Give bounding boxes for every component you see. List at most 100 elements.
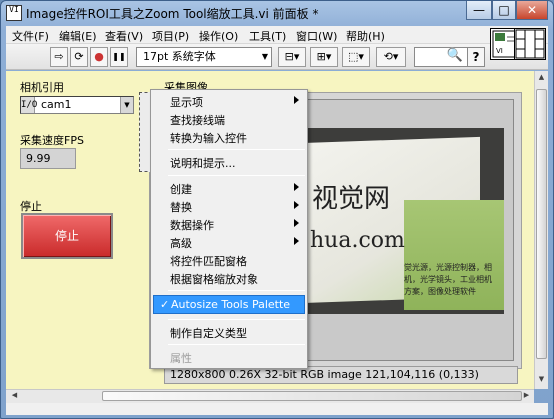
menu-separator — [168, 319, 305, 320]
resize-objects-button[interactable]: ⬚▾ — [342, 47, 370, 67]
close-button[interactable]: ✕ — [516, 1, 548, 20]
minimize-button[interactable]: — — [466, 1, 492, 20]
pause-icon: ❚❚ — [112, 52, 126, 61]
window-title: Image控件ROI工具之Zoom Tool缩放工具.vi 前面板 * — [26, 7, 319, 21]
minimize-icon: — — [473, 3, 485, 17]
horizontal-scrollbar[interactable]: ◀ ▶ — [6, 389, 534, 403]
align-icon: ⊟▾ — [284, 50, 300, 63]
menu-item-label: 数据操作 — [170, 219, 214, 232]
menu-window[interactable]: 窗口(W) — [296, 28, 337, 44]
chevron-down-icon: ▼ — [261, 52, 268, 61]
menu-item-change-to-control[interactable]: 转换为输入控件 — [151, 128, 307, 146]
run-arrow-icon: ⇨ — [54, 50, 64, 63]
photo-text-line-2: 机，光学镜头，工业相机 — [404, 275, 492, 284]
align-objects-button[interactable]: ⊟▾ — [278, 47, 306, 67]
menu-item-properties: 属性 — [151, 348, 307, 366]
resize-icon: ⬚▾ — [348, 50, 364, 63]
context-help-button[interactable]: ? — [467, 47, 485, 67]
camera-select[interactable]: I/O cam1 ▼ — [20, 96, 134, 114]
status-bar — [6, 403, 548, 415]
close-icon: ✕ — [526, 3, 538, 17]
horizontal-scroll-thumb[interactable] — [102, 391, 522, 401]
font-select-value: 17pt 系统字体 — [143, 50, 216, 63]
scroll-left-icon[interactable]: ◀ — [8, 391, 21, 399]
menu-item-label: 创建 — [170, 183, 192, 196]
submenu-arrow-icon — [294, 96, 299, 104]
menu-item-make-type-def[interactable]: 制作自定义类型 — [151, 323, 307, 341]
menu-edit[interactable]: 编辑(E) — [59, 28, 97, 44]
menu-operate[interactable]: 操作(O) — [199, 28, 238, 44]
menu-bar: 文件(F) 编辑(E) 查看(V) 项目(P) 操作(O) 工具(T) 窗口(W… — [6, 26, 548, 44]
menu-item-label: 转换为输入控件 — [170, 132, 247, 145]
context-menu: 显示项 查找接线端 转换为输入控件 说明和提示... 创建 替换 数据操作 高级… — [150, 89, 308, 369]
title-bar[interactable]: VI Image控件ROI工具之Zoom Tool缩放工具.vi 前面板 * —… — [0, 0, 552, 26]
menu-item-label: 替换 — [170, 201, 192, 214]
submenu-arrow-icon — [294, 219, 299, 227]
menu-help[interactable]: 帮助(H) — [346, 28, 385, 44]
scroll-down-icon[interactable]: ▼ — [535, 375, 548, 383]
menu-item-scale-object-with-pane[interactable]: 根据窗格缩放对象 — [151, 269, 307, 287]
stop-label: 停止 — [20, 200, 42, 213]
menu-item-label: Autosize Tools Palette — [171, 298, 291, 311]
pause-button[interactable]: ❚❚ — [110, 47, 128, 67]
reorder-button[interactable]: ⟲▾ — [376, 47, 406, 67]
menu-item-description-tip[interactable]: 说明和提示... — [151, 153, 307, 171]
menu-item-label: 制作自定义类型 — [170, 327, 247, 340]
photo-text-logo: 视觉网 — [312, 184, 391, 214]
menu-item-visible-items[interactable]: 显示项 — [151, 92, 307, 110]
menu-item-label: 说明和提示... — [170, 157, 236, 170]
scroll-right-icon[interactable]: ▶ — [520, 391, 533, 399]
check-icon: ✓ — [160, 298, 170, 311]
distribute-objects-button[interactable]: ⊞▾ — [310, 47, 338, 67]
menu-separator — [168, 149, 305, 150]
abort-icon: ● — [94, 50, 104, 63]
photo-text-url: hua.com — [310, 228, 405, 253]
menu-file[interactable]: 文件(F) — [12, 28, 49, 44]
menu-item-data-operations[interactable]: 数据操作 — [151, 215, 307, 233]
menu-item-label: 属性 — [170, 352, 192, 365]
help-icon: ? — [472, 50, 480, 64]
run-continuously-icon: ⟳ — [74, 50, 84, 63]
labview-vi-icon: VI — [6, 5, 22, 21]
menu-separator — [168, 290, 305, 291]
menu-item-label: 查找接线端 — [170, 114, 225, 127]
menu-item-autosize-tools-palette[interactable]: ✓ Autosize Tools Palette — [153, 295, 305, 314]
menu-item-find-terminal[interactable]: 查找接线端 — [151, 110, 307, 128]
camera-label: 相机引用 — [20, 81, 64, 94]
vertical-scrollbar[interactable]: ▲ ▼ — [534, 71, 548, 389]
font-select[interactable]: 17pt 系统字体 ▼ — [136, 47, 272, 67]
camera-value: cam1 — [41, 98, 72, 111]
toolbar: ⇨ ⟳ ● ❚❚ 17pt 系统字体 ▼ ⊟▾ ⊞▾ ⬚▾ ⟲▾ 🔍 ? — [6, 44, 548, 70]
menu-item-fit-control-to-pane[interactable]: 将控件匹配窗格 — [151, 251, 307, 269]
submenu-arrow-icon — [294, 183, 299, 191]
run-continuously-button[interactable]: ⟳ — [70, 47, 88, 67]
search-icon[interactable]: 🔍 — [446, 47, 464, 65]
maximize-button[interactable]: □ — [492, 1, 516, 20]
run-button[interactable]: ⇨ — [50, 47, 68, 67]
stop-button[interactable]: 停止 — [21, 213, 113, 259]
connector-pane[interactable] — [514, 28, 546, 60]
menu-project[interactable]: 项目(P) — [152, 28, 189, 44]
menu-item-label: 高级 — [170, 237, 192, 250]
io-refname-icon: I/O — [21, 97, 37, 113]
connector-pane-icon — [515, 29, 545, 59]
menu-item-replace[interactable]: 替换 — [151, 197, 307, 215]
vertical-scroll-thumb[interactable] — [536, 89, 547, 359]
menu-item-advanced[interactable]: 高级 — [151, 233, 307, 251]
menu-view[interactable]: 查看(V) — [105, 28, 143, 44]
abort-button[interactable]: ● — [90, 47, 108, 67]
chevron-down-icon[interactable]: ▼ — [120, 97, 133, 113]
reorder-icon: ⟲▾ — [383, 50, 399, 63]
menu-tools[interactable]: 工具(T) — [249, 28, 286, 44]
menu-item-label: 显示项 — [170, 96, 203, 109]
scroll-up-icon[interactable]: ▲ — [535, 73, 548, 81]
menu-separator — [168, 175, 305, 176]
maximize-icon: □ — [498, 3, 510, 17]
svg-text:VI: VI — [496, 47, 503, 55]
menu-item-create[interactable]: 创建 — [151, 179, 307, 197]
photo-text-line-3: 方案，图像处理软件 — [404, 287, 476, 296]
menu-separator — [168, 344, 305, 345]
submenu-arrow-icon — [294, 201, 299, 209]
photo-text-line-1: 觉光源，光源控制器，相 — [404, 263, 492, 272]
menu-item-label: 将控件匹配窗格 — [170, 255, 247, 268]
